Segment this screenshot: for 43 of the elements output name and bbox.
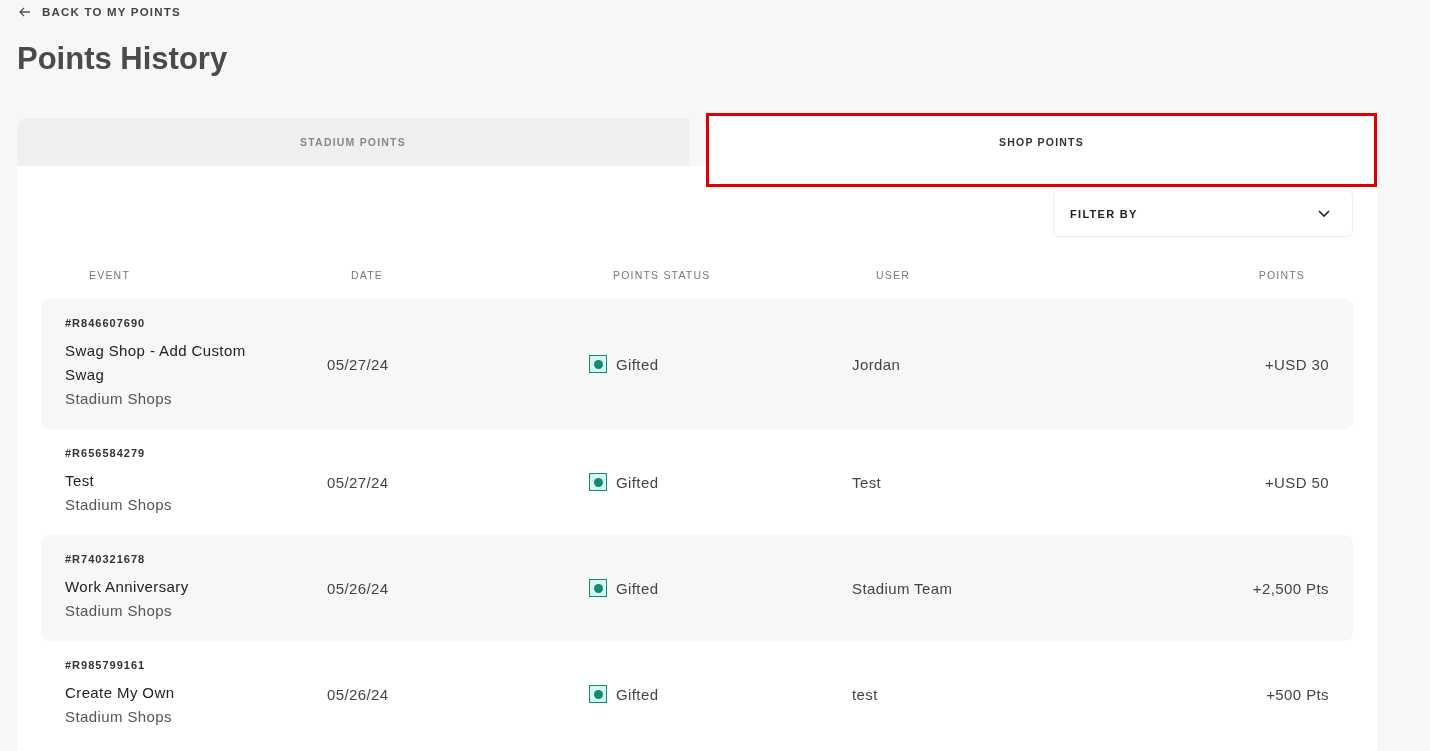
column-header: POINTS STATUS (613, 269, 712, 283)
event-source: Stadium Shops (65, 389, 172, 409)
points-cell: +500 Pts (1266, 685, 1329, 703)
status-text: Gifted (616, 355, 659, 373)
column-header: USER (876, 269, 911, 283)
user-cell-text: Stadium Team (852, 579, 954, 597)
column-header: EVENT (89, 269, 131, 283)
points-cell: +2,500 Pts (1252, 579, 1329, 597)
event-name: Test (65, 471, 95, 491)
event-source: Stadium Shops (65, 707, 172, 727)
date-cell-text: 05/27/24 (327, 473, 390, 491)
event-source: Stadium Shops (65, 601, 172, 621)
order-id: #R656584279 (65, 447, 146, 459)
order-id: #R740321678 (65, 553, 146, 565)
status-text: Gifted (616, 473, 659, 491)
filter-dropdown[interactable]: FILTER BY (1053, 190, 1353, 237)
status-icon (589, 685, 607, 703)
points-cell: +USD 50 (1264, 473, 1329, 491)
event-name: Work Anniversary (65, 577, 189, 597)
user-cell-text: test (852, 685, 879, 703)
column-header: DATE (351, 269, 385, 283)
column-header: POINTS (1258, 269, 1305, 283)
event-name: Swag Shop - Add Custom Swag (65, 341, 247, 385)
status-icon (589, 473, 607, 491)
user-cell-text: Jordan (852, 355, 902, 373)
event-name: Create My Own (65, 683, 175, 703)
arrow-left-icon (19, 7, 31, 17)
tab[interactable]: SHOP POINTS (706, 113, 1377, 187)
date-cell-text: 05/26/24 (327, 579, 390, 597)
date-cell-text: 05/26/24 (327, 685, 390, 703)
event-source: Stadium Shops (65, 495, 172, 515)
status-text: Gifted (616, 685, 659, 703)
date-cell-text: 05/27/24 (327, 355, 390, 373)
points-cell: +USD 30 (1264, 355, 1329, 373)
status-text: Gifted (616, 579, 659, 597)
back-link[interactable]: BACK TO MY POINTS (17, 0, 181, 18)
page-title: Points History (17, 41, 229, 78)
chevron-down-icon (1318, 209, 1330, 218)
status-icon (589, 579, 607, 597)
order-id: #R846607690 (65, 317, 146, 329)
order-id: #R985799161 (65, 659, 146, 671)
user-cell-text: Test (852, 473, 883, 491)
status-icon (589, 355, 607, 373)
